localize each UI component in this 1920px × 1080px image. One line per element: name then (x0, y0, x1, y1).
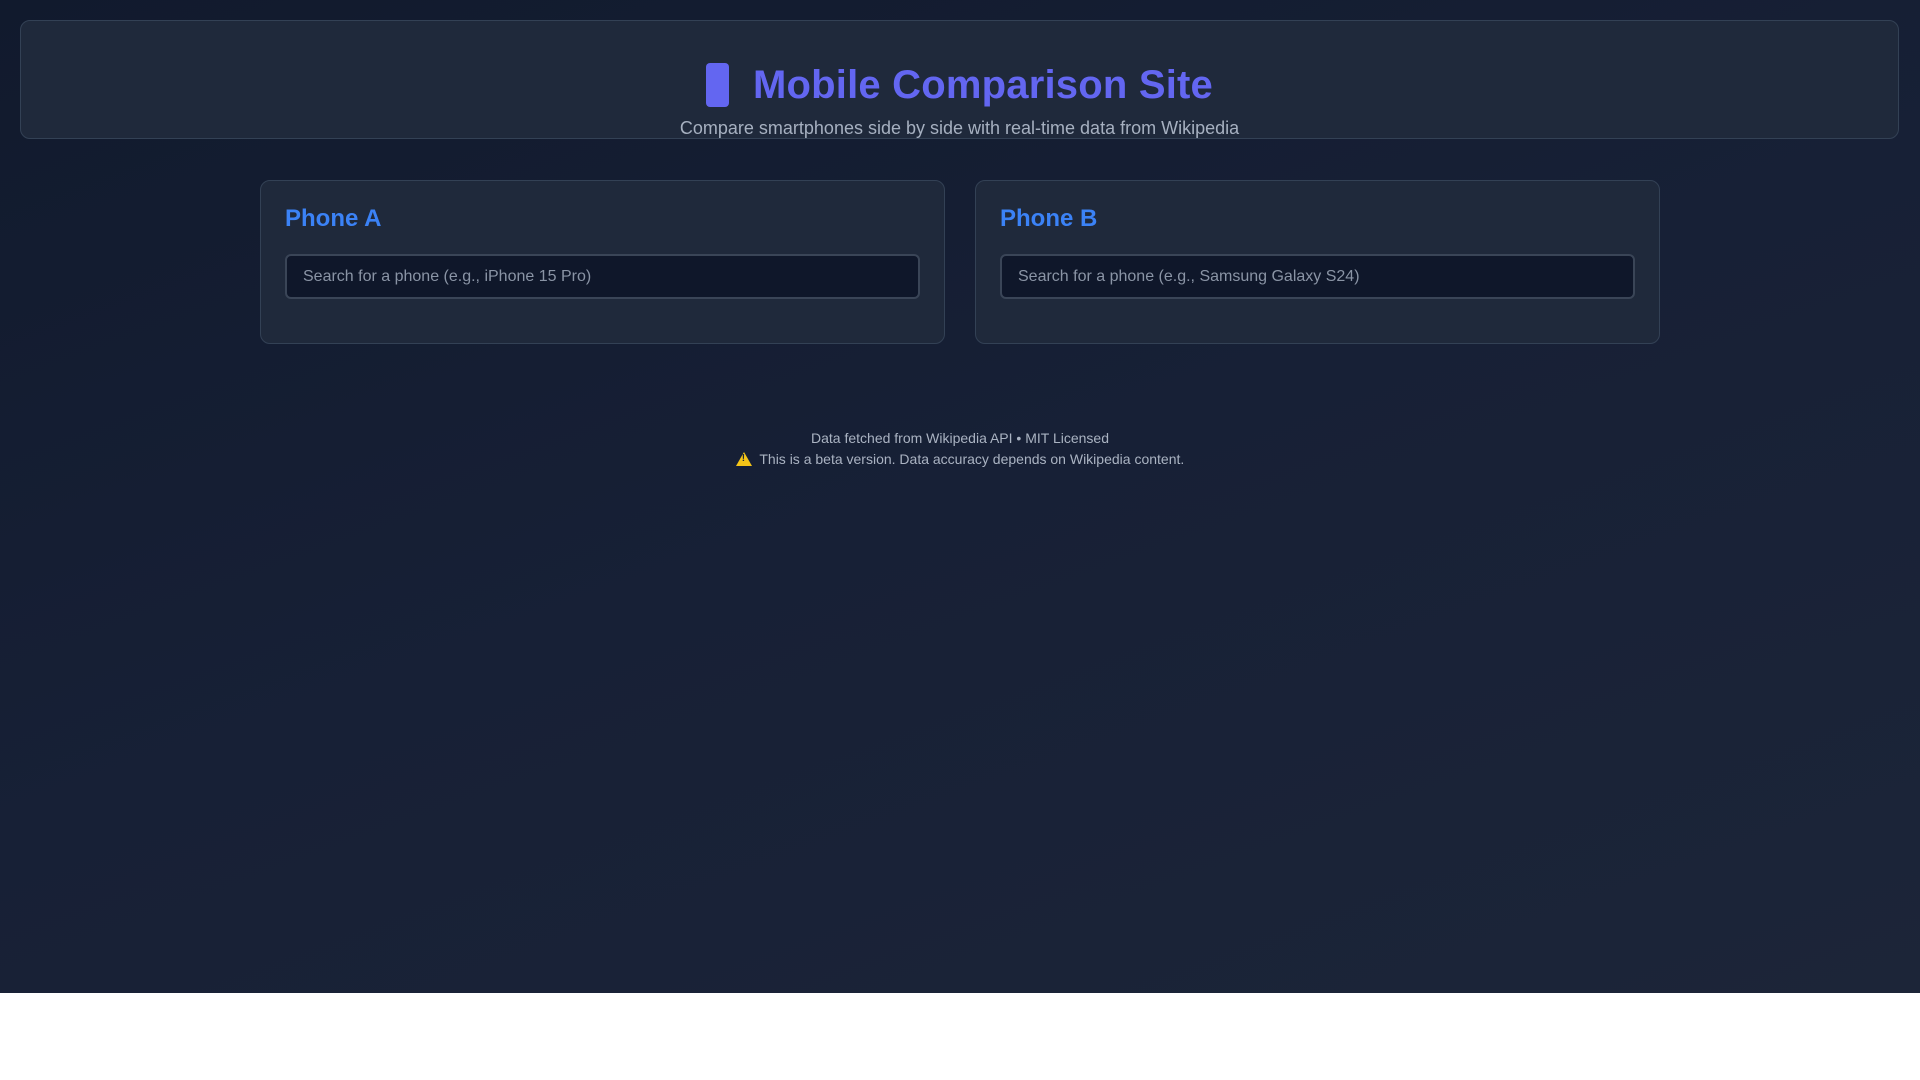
phone-a-search-input[interactable] (285, 254, 920, 299)
phone-a-panel: Phone A (260, 180, 945, 344)
app-root: Mobile Comparison Site Compare smartphon… (0, 0, 1920, 993)
page-subtitle: Compare smartphones side by side with re… (679, 118, 1240, 138)
title-row: Mobile Comparison Site (21, 61, 1898, 109)
phone-b-panel: Phone B (975, 180, 1660, 344)
footer-credits: Data fetched from Wikipedia API • MIT Li… (811, 430, 1109, 446)
phone-b-title: Phone B (1000, 205, 1098, 232)
site-header: Mobile Comparison Site Compare smartphon… (20, 20, 1899, 139)
footer-beta-notice: This is a beta version. Data accuracy de… (0, 449, 1920, 470)
phone-a-title: Phone A (285, 205, 382, 232)
warning-icon (735, 452, 752, 466)
phone-b-search-input[interactable] (1000, 254, 1635, 299)
page-title: Mobile Comparison Site (752, 63, 1213, 107)
site-footer: Data fetched from Wikipedia API • MIT Li… (0, 428, 1920, 470)
mobile-phone-icon (705, 63, 729, 107)
footer-beta-text: This is a beta version. Data accuracy de… (759, 451, 1185, 467)
